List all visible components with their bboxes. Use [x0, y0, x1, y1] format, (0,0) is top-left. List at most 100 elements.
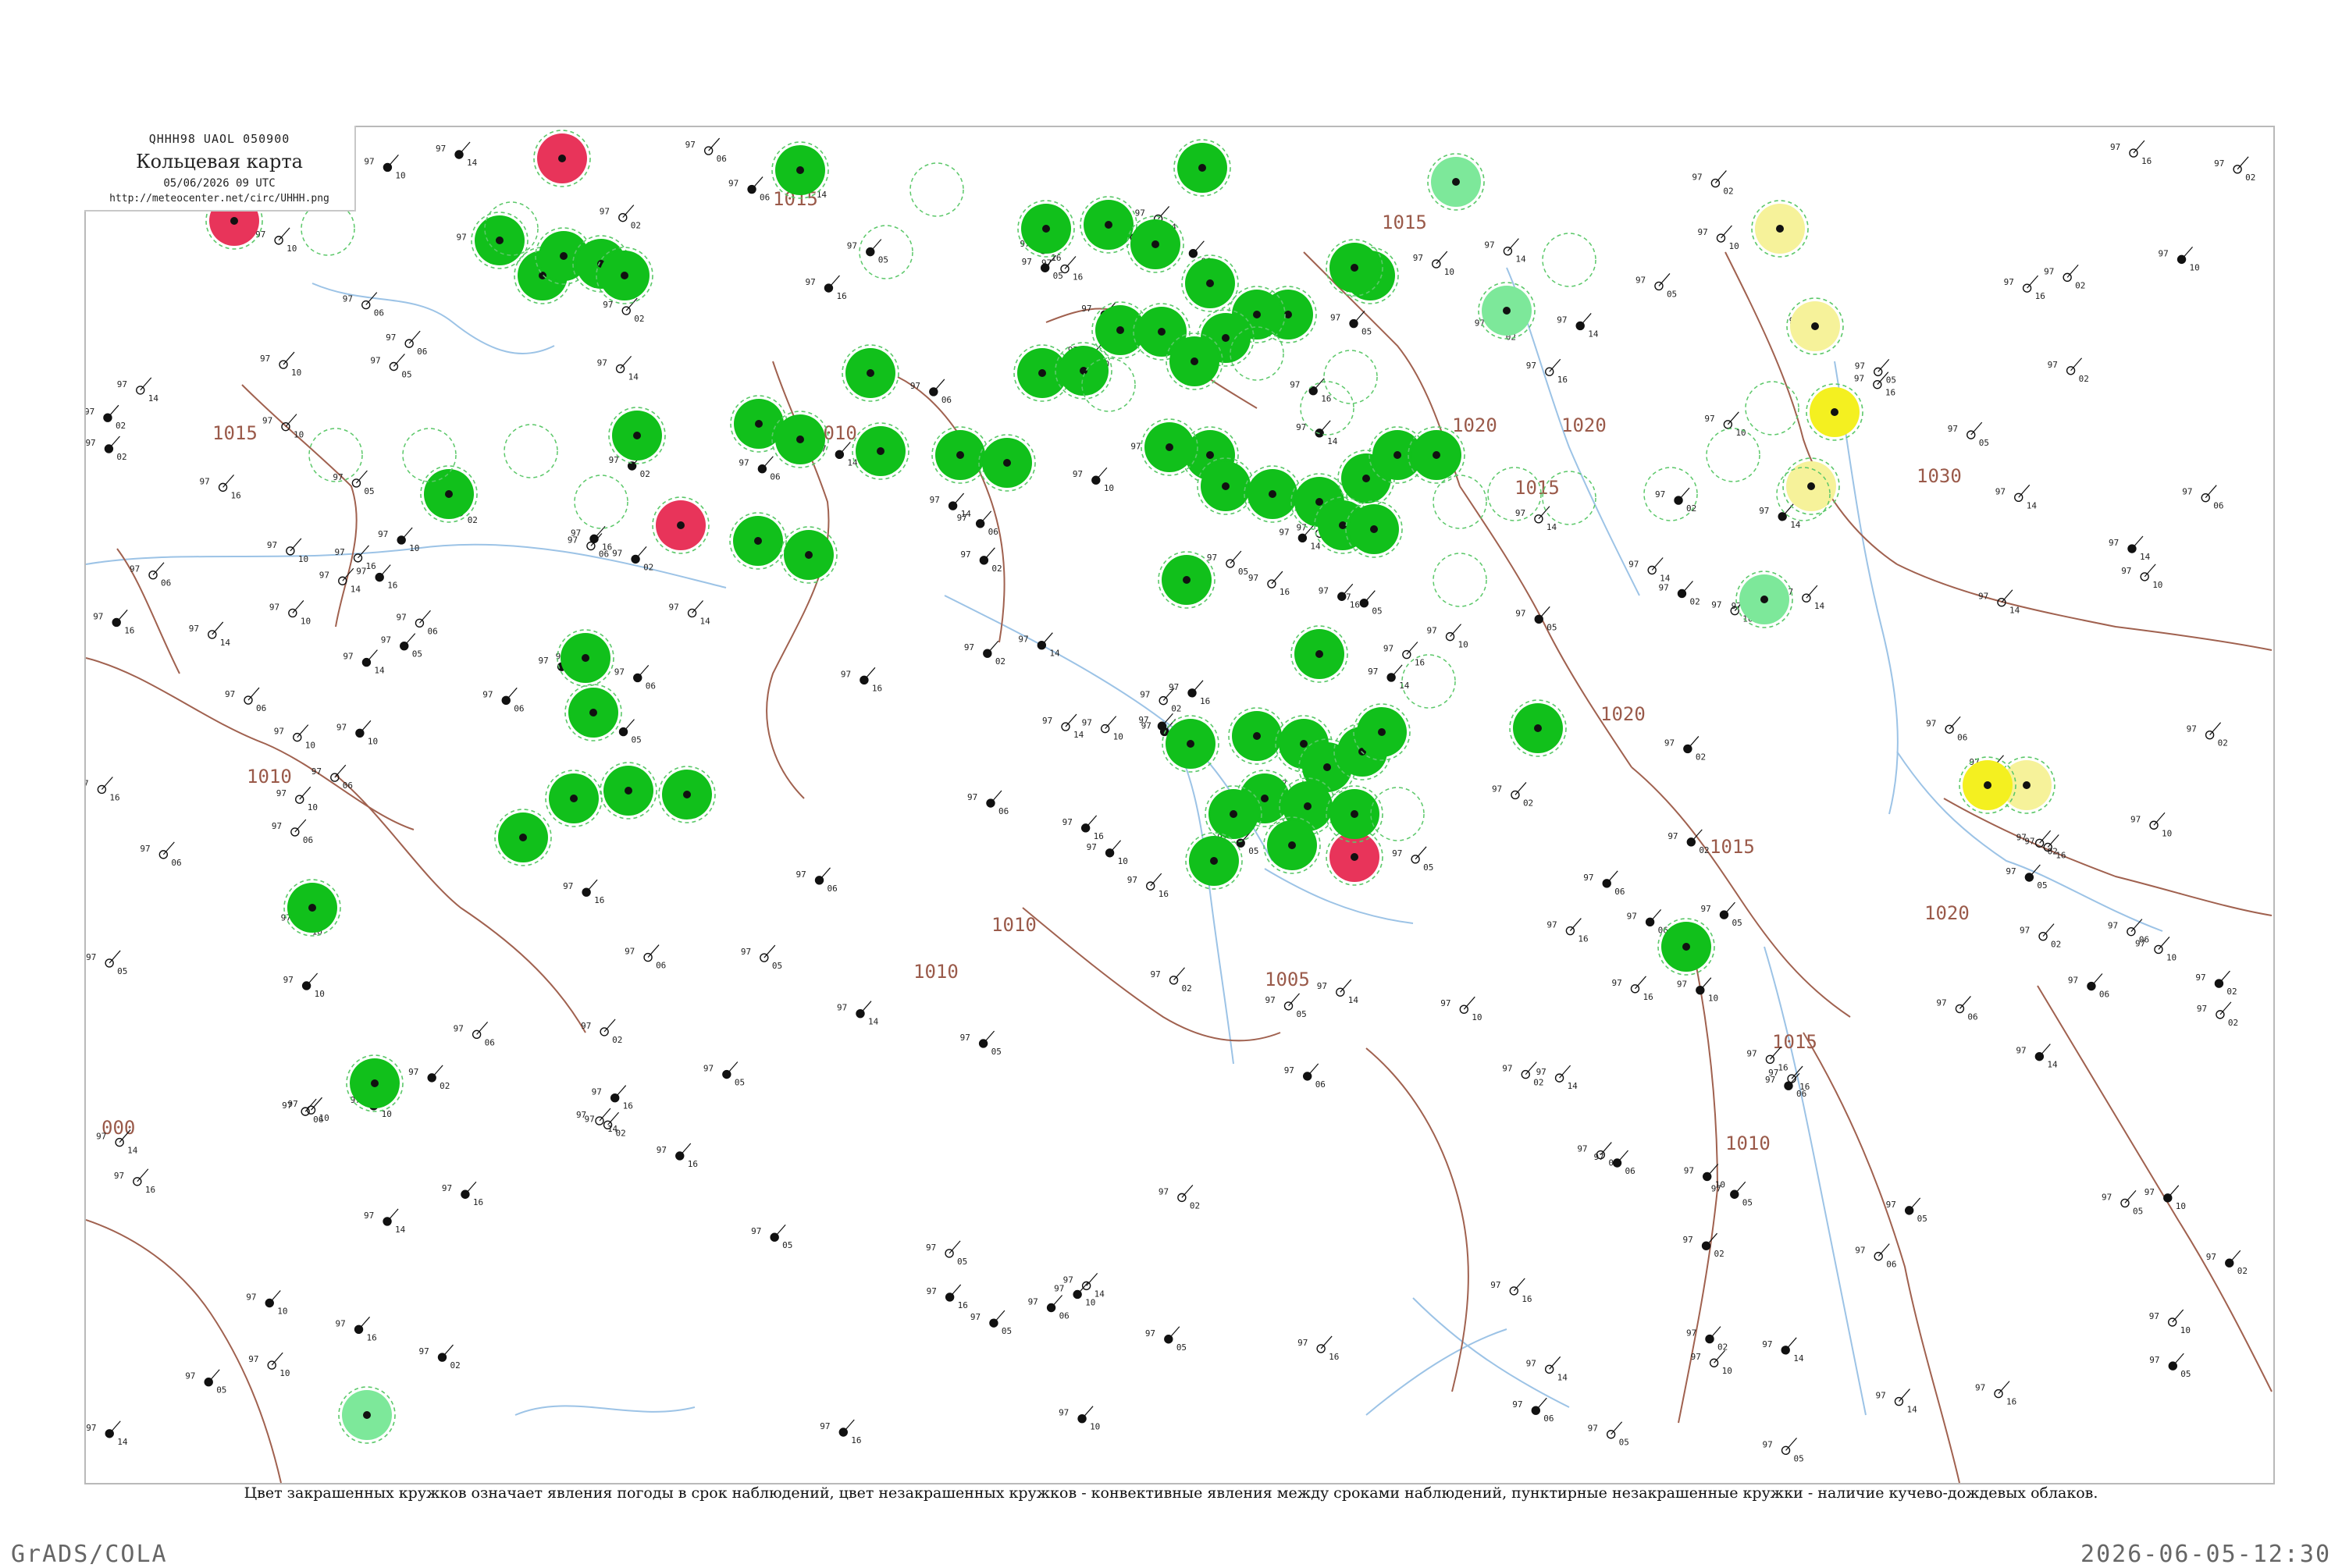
- station-temp: 97: [1936, 997, 1946, 1008]
- station-temp: 97: [926, 1243, 936, 1253]
- station-temp: 97: [1926, 718, 1936, 728]
- station-plot: 97 16: [1297, 1335, 1339, 1362]
- station-dot: [1831, 408, 1838, 416]
- station-plot: 97 14: [1018, 632, 1060, 659]
- station-pressure: 14: [1660, 574, 1671, 584]
- station-pressure: 14: [1790, 520, 1801, 530]
- wind-barb: [431, 1065, 443, 1079]
- station-pressure: 05: [1238, 567, 1248, 577]
- station-plot: 97 14: [837, 1001, 879, 1027]
- station-plot: 9710: [1413, 251, 1454, 277]
- station-plot: 9710: [267, 538, 308, 564]
- station-plot: 97 16: [86, 777, 120, 802]
- cb-dashed-circle: [1401, 654, 1456, 709]
- isobar-label: 1015: [212, 422, 258, 444]
- station-temp: 97: [2004, 277, 2014, 287]
- wind-barb: [819, 867, 831, 881]
- station-temp: 97: [1130, 441, 1141, 451]
- station-dot: [570, 795, 578, 802]
- station-temp: 97: [1135, 208, 1145, 218]
- station-plot: 97 16: [1062, 815, 1104, 841]
- station-pressure: 05: [957, 1257, 967, 1267]
- station-plot: 97 05: [381, 633, 422, 660]
- station-pressure: 02: [1714, 1249, 1724, 1259]
- station-plot: 9710: [1704, 411, 1746, 438]
- wind-barb: [1721, 225, 1732, 239]
- station-plot: 97 16: [1319, 583, 1360, 610]
- wind-barb: [751, 176, 763, 190]
- station-temp: 97: [1028, 1296, 1038, 1307]
- wind-barb: [1051, 1295, 1063, 1308]
- isobar-line: [1803, 1032, 1960, 1483]
- wind-barb: [1450, 624, 1461, 638]
- station-dot: [1534, 724, 1542, 732]
- station-plot: 97 16: [1547, 918, 1589, 944]
- station-pressure: 06: [1886, 1260, 1896, 1270]
- station-plot: 97 14: [2016, 1044, 2058, 1070]
- station-temp: 97: [960, 549, 970, 560]
- wind-barb: [365, 649, 378, 663]
- station-plot: 97 02: [600, 204, 641, 231]
- wind-barb: [247, 687, 260, 701]
- station-temp: 97: [1413, 253, 1423, 263]
- station-pressure: 14: [1547, 522, 1557, 532]
- station-pressure: 06: [1796, 1089, 1806, 1099]
- station-temp: 97: [1536, 1067, 1547, 1077]
- station-plot: 97 06: [482, 687, 524, 713]
- wind-barb: [379, 564, 391, 578]
- title-box: QHHH98 UAOL 050900 Кольцевая карта 05/06…: [84, 126, 356, 212]
- station-plot: 9710: [274, 724, 315, 751]
- station-dot: [1210, 857, 1218, 865]
- station-temp: 97: [1502, 1064, 1512, 1074]
- station-temp: 97: [1594, 1152, 1604, 1162]
- station-plot: 97 02: [86, 404, 126, 431]
- station-plot: 97 16: [841, 667, 882, 693]
- station-temp: 97: [2149, 1355, 2159, 1365]
- wind-barb: [1651, 557, 1664, 571]
- wind-barb: [1288, 993, 1300, 1007]
- station-pressure: 06: [2099, 990, 2109, 1000]
- station-temp: 97: [1700, 904, 1710, 914]
- wind-barb: [620, 356, 632, 369]
- station-temp: 97: [1440, 998, 1450, 1008]
- station-pressure: 10: [368, 736, 378, 746]
- station-plot: 97 16: [805, 275, 847, 301]
- station-plot: 97 05: [1515, 606, 1557, 632]
- station-pressure: 05: [1794, 1453, 1804, 1463]
- station-temp: 97: [657, 1145, 667, 1155]
- station-pressure: 02: [2075, 280, 2085, 290]
- wind-barb: [464, 1181, 477, 1195]
- wind-barb: [1727, 411, 1739, 425]
- station-plot: 9710: [1677, 977, 1718, 1004]
- station-dot: [633, 432, 641, 439]
- station-pressure: 05: [1053, 271, 1063, 281]
- station-temp: 97: [1018, 635, 1028, 645]
- wind-barb: [603, 1019, 616, 1033]
- wind-barb: [334, 764, 347, 778]
- wind-barb: [109, 950, 121, 964]
- station-pressure: 05: [1886, 375, 1896, 385]
- station-temp: 97: [1392, 848, 1402, 859]
- wind-barb: [1899, 1388, 1910, 1402]
- station-temp: 97: [597, 357, 607, 368]
- station-plot: 97 06: [1594, 1150, 1635, 1176]
- station-temp: 97: [114, 1171, 124, 1181]
- station-temp: 97: [1159, 1186, 1169, 1196]
- station-pressure: 02: [2218, 738, 2228, 748]
- station-pressure: 14: [1515, 254, 1526, 265]
- station-plot: 9710: [1059, 1406, 1100, 1432]
- station-pressure: 06: [1967, 1012, 1977, 1022]
- source-url[interactable]: http://meteocenter.net/circ/UHHH.png: [84, 193, 354, 204]
- wind-barb: [458, 141, 471, 155]
- rivers-layer: [86, 267, 2163, 1416]
- station-dot: [560, 252, 568, 260]
- station-temp: 97: [910, 381, 920, 391]
- station-dot: [1206, 279, 1214, 287]
- station-plot: 97 14: [1762, 1337, 1804, 1364]
- station-temp: 97: [1284, 1065, 1294, 1076]
- station-pressure: 02: [2079, 374, 2089, 384]
- wind-barb: [1579, 313, 1592, 326]
- station-temp: 97: [1995, 486, 2006, 496]
- station-temp: 97: [386, 332, 396, 343]
- wind-barb: [1105, 716, 1117, 729]
